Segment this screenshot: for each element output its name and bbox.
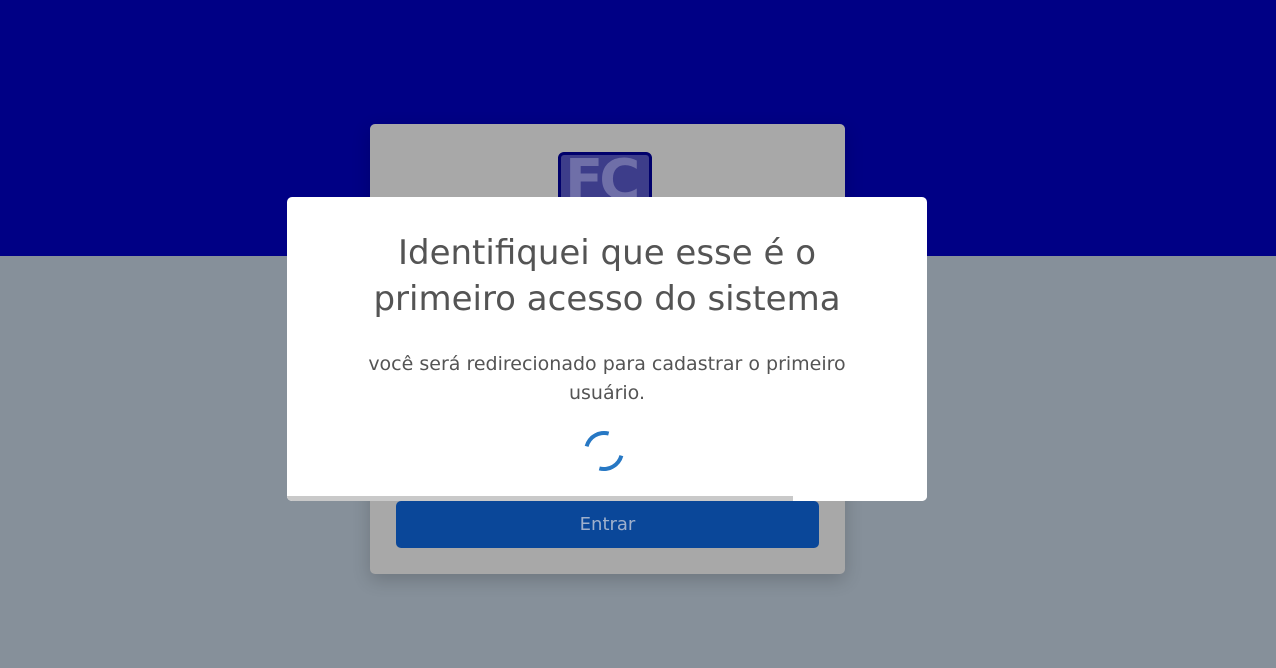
dialog-title: Identifiquei que esse é o primeiro acess… (373, 233, 841, 319)
dialog-message: você será redirecionado para cadastrar o… (368, 353, 846, 404)
loading-spinner-icon (576, 423, 632, 479)
timer-progress-fill (287, 496, 793, 501)
page: FC Entrar Identifiquei que esse é o prim… (0, 0, 1276, 668)
first-access-dialog: Identifiquei que esse é o primeiro acess… (287, 197, 927, 501)
enter-button[interactable]: Entrar (396, 501, 819, 548)
timer-progress-bar (287, 496, 927, 501)
